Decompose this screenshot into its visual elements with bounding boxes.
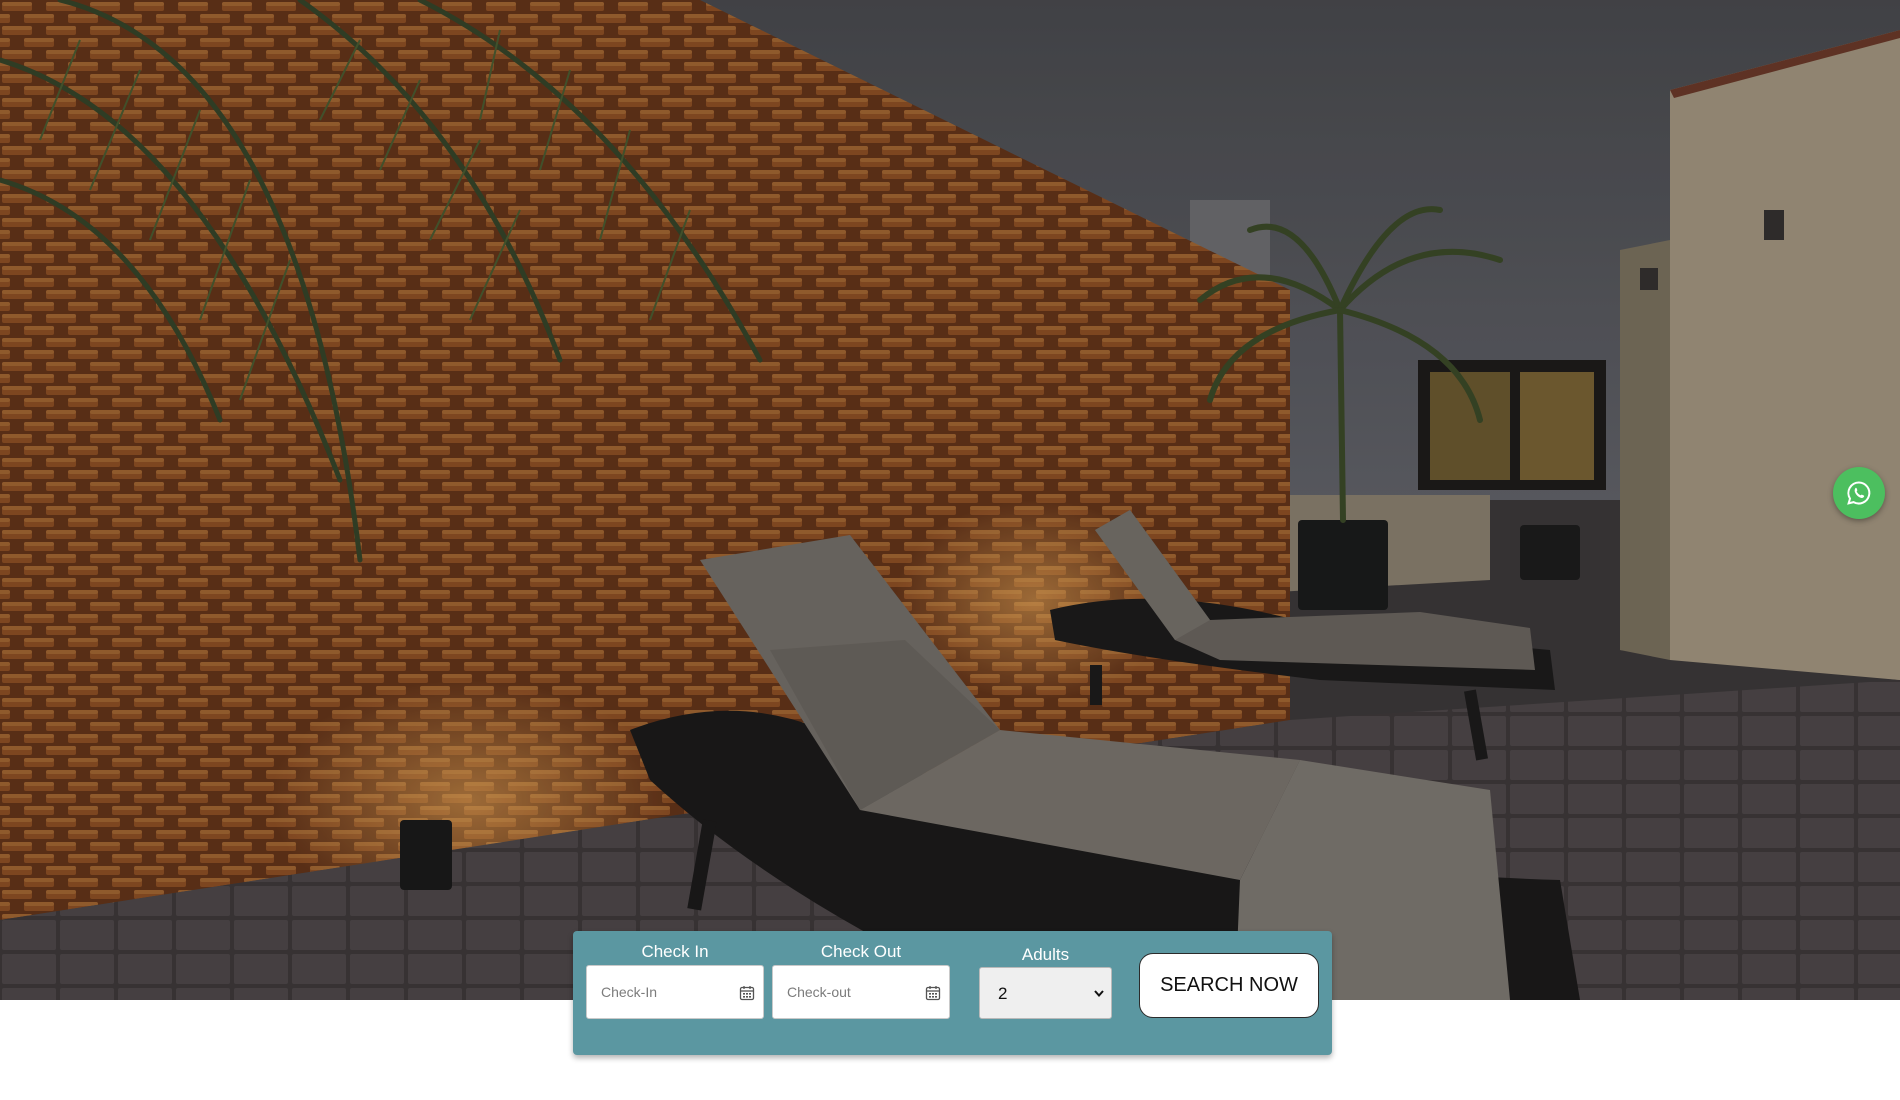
- check-in-input[interactable]: [587, 966, 741, 1018]
- whatsapp-icon: [1847, 481, 1871, 505]
- adults-select[interactable]: 2: [979, 967, 1112, 1019]
- check-in-field[interactable]: [586, 965, 764, 1019]
- check-out-label: Check Out: [820, 942, 902, 961]
- check-out-input[interactable]: [773, 966, 927, 1018]
- booking-bar: Check In Check Out Adults 2 SEARCH NOW: [573, 931, 1332, 1055]
- calendar-icon[interactable]: [925, 985, 941, 1001]
- adults-label: Adults: [1021, 945, 1070, 964]
- hero-image: [0, 0, 1900, 1000]
- search-now-button[interactable]: SEARCH NOW: [1139, 953, 1319, 1018]
- whatsapp-button[interactable]: [1833, 467, 1885, 519]
- chevron-down-icon: [1094, 990, 1104, 998]
- calendar-icon[interactable]: [739, 985, 755, 1001]
- adults-selected-value: 2: [998, 984, 1008, 1003]
- hero-banner: [0, 0, 1900, 1000]
- check-in-label: Check In: [641, 942, 709, 961]
- check-out-field[interactable]: [772, 965, 950, 1019]
